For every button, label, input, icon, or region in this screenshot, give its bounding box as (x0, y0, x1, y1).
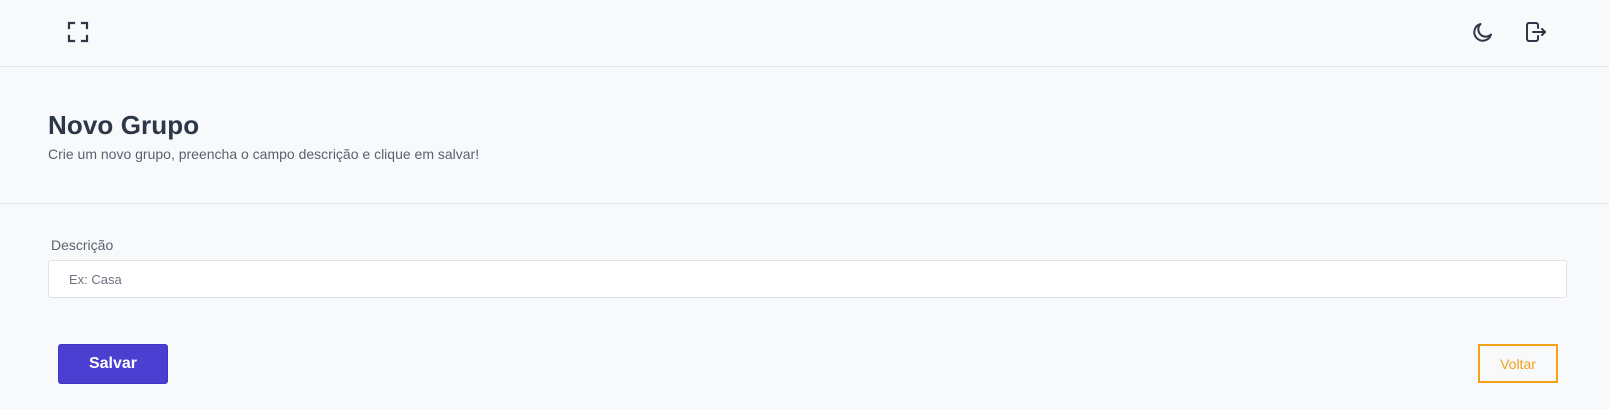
logout-icon[interactable] (1522, 18, 1550, 46)
page-header: Novo Grupo Crie um novo grupo, preencha … (0, 67, 1609, 204)
description-input[interactable] (48, 260, 1567, 298)
top-navbar (0, 0, 1609, 67)
page-subtitle: Crie um novo grupo, preencha o campo des… (48, 146, 480, 162)
description-label: Descrição (51, 237, 114, 253)
save-button[interactable]: Salvar (58, 344, 168, 384)
fullscreen-icon[interactable] (64, 18, 92, 46)
moon-icon[interactable] (1469, 18, 1497, 46)
back-button[interactable]: Voltar (1478, 344, 1558, 383)
page-title: Novo Grupo (48, 110, 200, 140)
